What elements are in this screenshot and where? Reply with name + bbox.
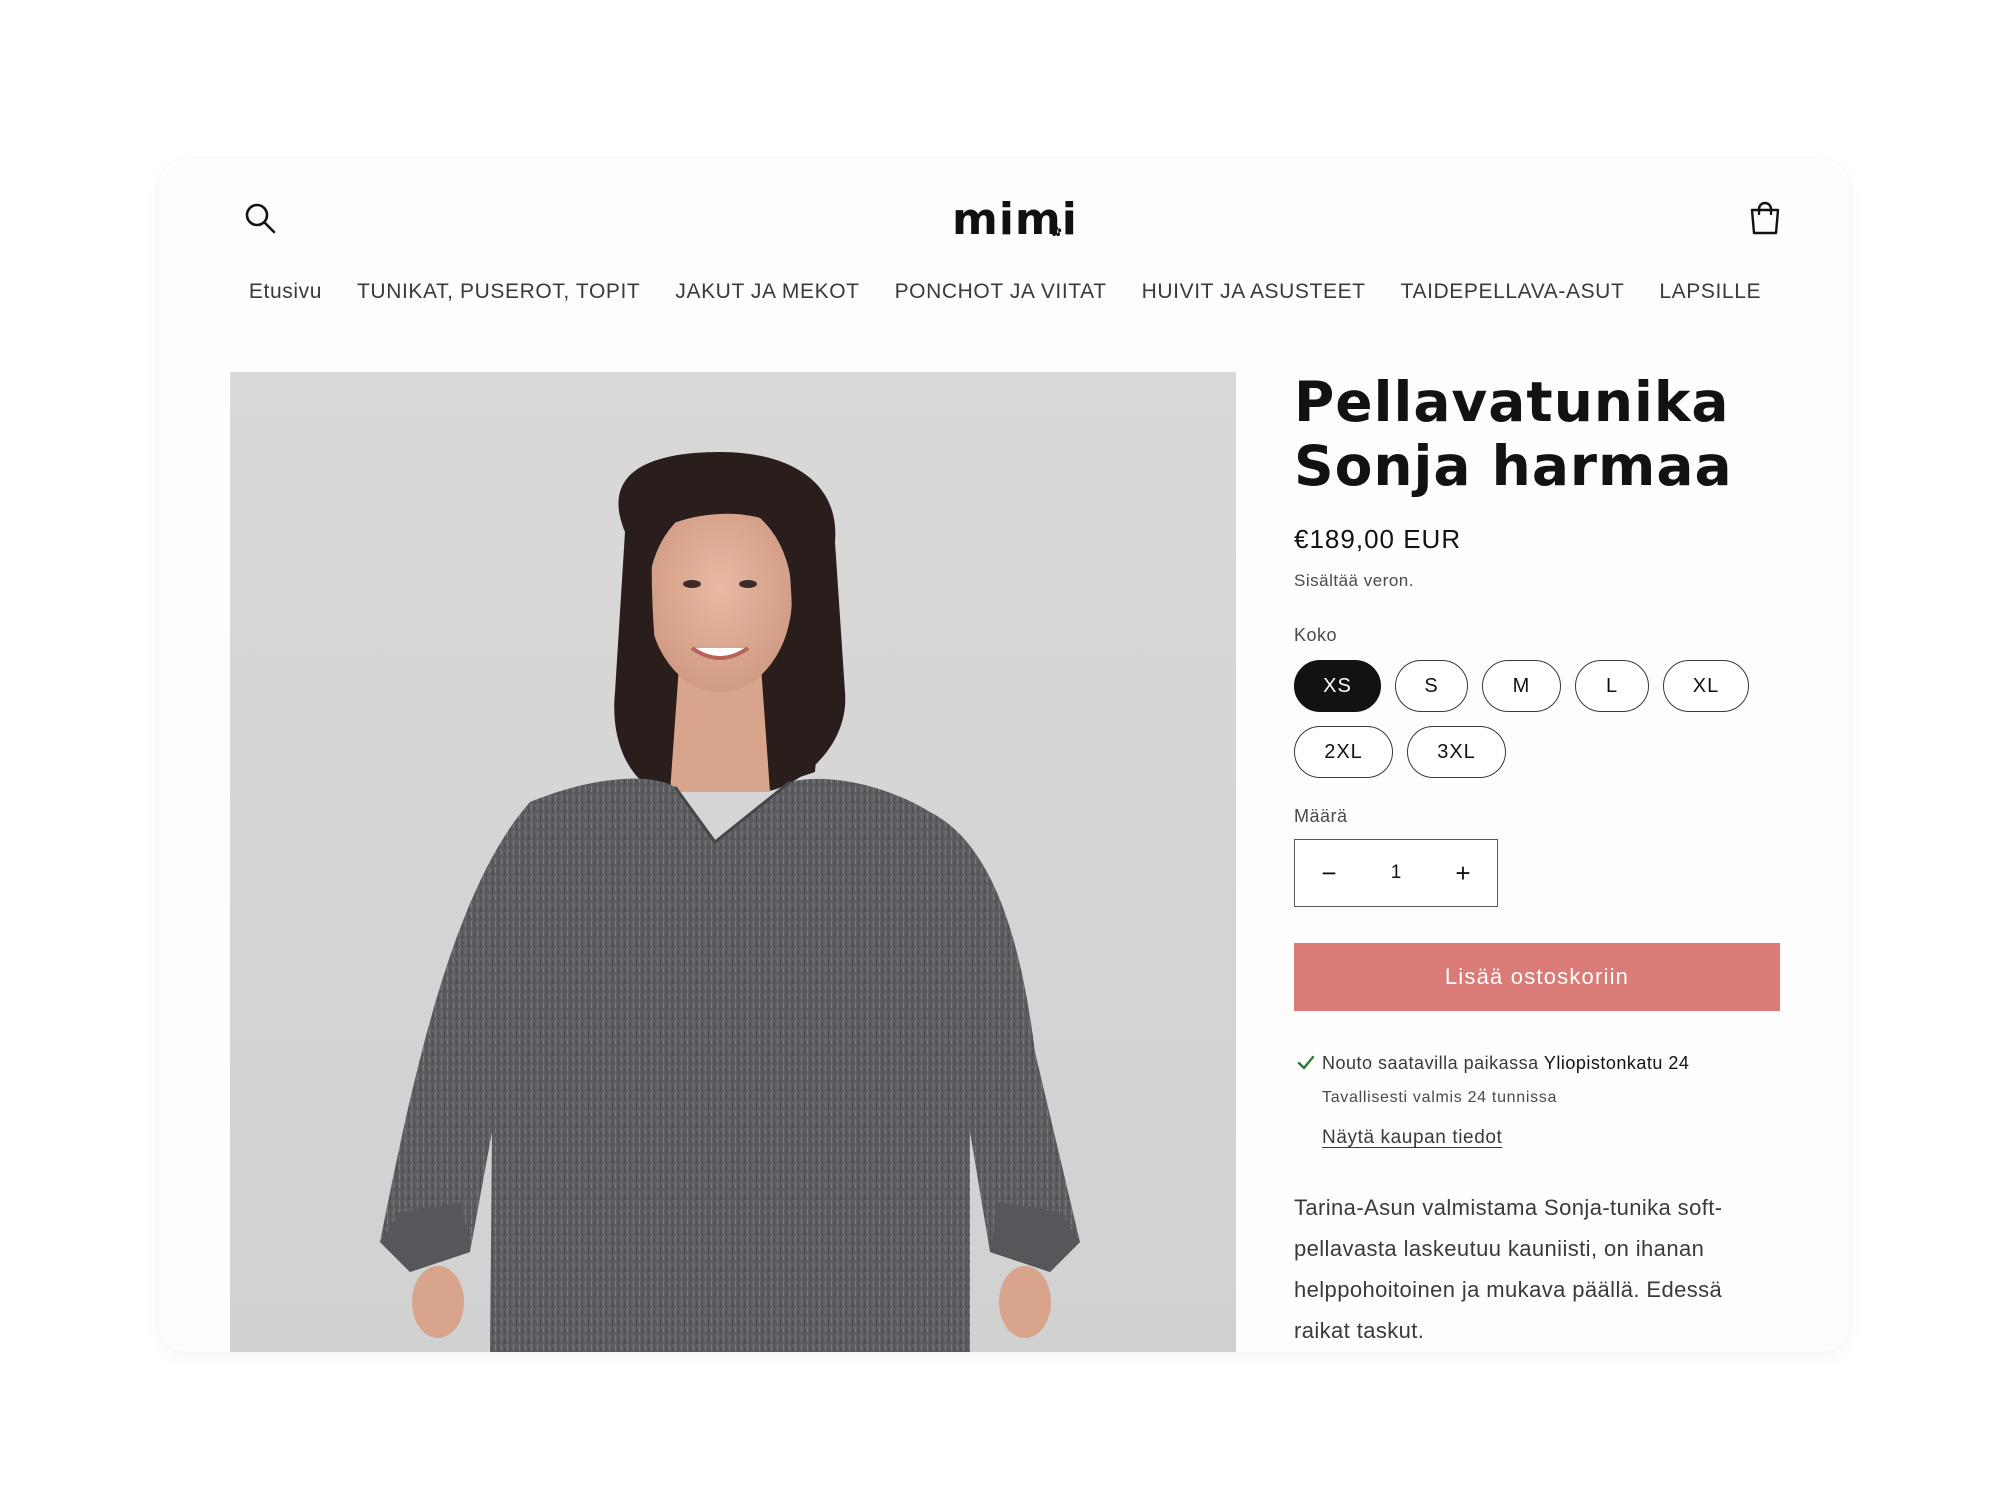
size-label: Koko	[1294, 625, 1338, 645]
quantity-label: Määrä	[1294, 806, 1348, 826]
quantity-increase-button[interactable]: +	[1453, 860, 1473, 886]
store-info-link[interactable]: Näytä kaupan tiedot	[1322, 1127, 1502, 1149]
model-photo	[380, 452, 1080, 1352]
size-option-2xl[interactable]: 2XL	[1294, 726, 1393, 778]
search-icon[interactable]	[242, 200, 278, 236]
size-option-xl[interactable]: XL	[1663, 660, 1749, 712]
quantity-decrease-button[interactable]: −	[1319, 860, 1339, 886]
pickup-availability: Nouto saatavilla paikassa Yliopistonkatu…	[1294, 1051, 1780, 1149]
product-price: €189,00 EUR	[1294, 524, 1462, 554]
product-description: Tarina-Asun valmistama Sonja-tunika soft…	[1294, 1195, 1723, 1343]
size-option-xs[interactable]: XS	[1294, 660, 1381, 712]
store-logo[interactable]: mimi ✿	[952, 194, 1077, 246]
nav-item-lapsille[interactable]: LAPSILLE	[1659, 280, 1761, 304]
size-selector: XS S M L XL 2XL 3XL	[1294, 660, 1774, 778]
nav-item-tunikat[interactable]: TUNIKAT, PUSEROT, TOPIT	[357, 280, 640, 304]
cart-icon[interactable]	[1748, 200, 1782, 236]
product-title-line-2: Sonja harmaa	[1294, 434, 1733, 498]
product-info: Pellavatunika Sonja harmaa €189,00 EUR S…	[1294, 370, 1780, 1352]
nav-item-ponchot-ja-viitat[interactable]: PONCHOT JA VIITAT	[895, 280, 1107, 304]
quantity-stepper: − 1 +	[1294, 839, 1498, 907]
pickup-time: Tavallisesti valmis 24 tunnissa	[1322, 1089, 1558, 1106]
tax-note: Sisältää veron.	[1294, 571, 1414, 590]
nav-item-jakut-ja-mekot[interactable]: JAKUT JA MEKOT	[675, 280, 859, 304]
pickup-status: Nouto saatavilla paikassa Yliopistonkatu…	[1322, 1051, 1780, 1075]
nav-item-huivit-ja-asusteet[interactable]: HUIVIT JA ASUSTEET	[1142, 280, 1366, 304]
product-title: Pellavatunika Sonja harmaa	[1294, 370, 1780, 498]
pickup-location: Yliopistonkatu 24	[1543, 1053, 1690, 1073]
size-option-s[interactable]: S	[1395, 660, 1468, 712]
main-navigation: Etusivu TUNIKAT, PUSEROT, TOPIT JAKUT JA…	[158, 280, 1850, 304]
nav-item-taidepellava-asut[interactable]: TAIDEPELLAVA-ASUT	[1401, 280, 1625, 304]
check-icon	[1297, 1055, 1315, 1070]
nav-item-etusivu[interactable]: Etusivu	[249, 280, 322, 304]
size-option-l[interactable]: L	[1575, 660, 1649, 712]
size-option-m[interactable]: M	[1482, 660, 1561, 712]
product-image[interactable]	[230, 372, 1236, 1352]
pickup-text: Nouto saatavilla paikassa	[1322, 1053, 1539, 1073]
store-page: mimi ✿ Etusivu TUNIKAT, PUSEROT, TOPIT J…	[158, 158, 1850, 1352]
quantity-input[interactable]: 1	[1391, 862, 1402, 884]
add-to-cart-button[interactable]: Lisää ostoskoriin	[1294, 943, 1780, 1011]
product-title-line-1: Pellavatunika	[1294, 370, 1730, 434]
size-option-3xl[interactable]: 3XL	[1407, 726, 1506, 778]
logo-flower-icon: ✿	[1050, 223, 1062, 239]
